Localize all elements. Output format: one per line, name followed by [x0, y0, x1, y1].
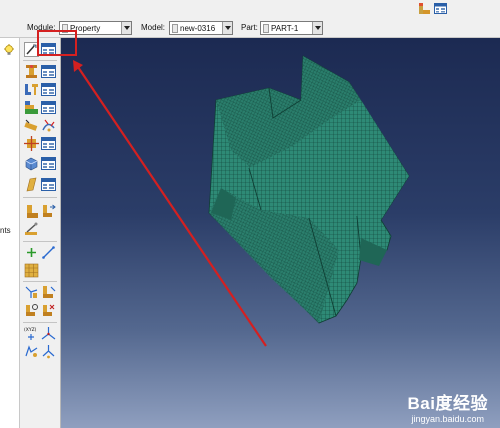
part-dropdown-arrow-icon[interactable] — [312, 22, 322, 34]
annotation-highlight-box — [37, 30, 77, 56]
model-tree-panel: nts — [0, 38, 20, 428]
assign-beam-orientation-icon[interactable] — [24, 118, 39, 133]
assign-section-icon[interactable] — [24, 100, 39, 115]
part-label: Part: — [241, 23, 258, 32]
toolbox-separator — [23, 281, 57, 282]
skin-icon[interactable] — [24, 156, 39, 171]
watermark-logo: Bai度经验 — [407, 394, 488, 413]
model-dropdown-arrow-icon[interactable] — [222, 22, 232, 34]
section-assignment-manager-icon[interactable] — [41, 100, 56, 115]
create-profile-icon[interactable] — [24, 82, 39, 97]
composite-layup-icon[interactable] — [24, 177, 39, 192]
xyz-csys-icon[interactable]: (XYZ) — [24, 326, 39, 341]
toolbox-separator — [23, 197, 57, 198]
viewport-canvas — [73, 55, 410, 347]
layup-manager-icon[interactable] — [41, 177, 56, 192]
tree-item-text: nts — [0, 226, 11, 235]
profile-manager-icon[interactable] — [41, 82, 56, 97]
svg-text:(XYZ): (XYZ) — [24, 327, 37, 333]
create-datum-csys-icon[interactable] — [24, 285, 39, 300]
watermark-url: jingyan.baidu.com — [411, 414, 485, 424]
graphics-viewport[interactable]: Bai度经验 jingyan.baidu.com — [61, 38, 500, 428]
stringer-icon[interactable] — [41, 136, 56, 151]
toolbox-separator — [23, 322, 57, 323]
model-label: Model: — [141, 23, 166, 32]
manager-window-icon[interactable] — [434, 2, 447, 15]
module-dropdown-arrow-icon[interactable] — [121, 22, 131, 34]
property-toolbox: (XYZ) — [20, 38, 61, 428]
engineering-feature-icon[interactable] — [24, 245, 39, 260]
datum-plane-icon[interactable] — [41, 285, 56, 300]
skin-manager-icon[interactable] — [41, 156, 56, 171]
datum-axis-icon[interactable] — [41, 245, 56, 260]
assign-rebar-icon[interactable] — [24, 136, 39, 151]
model-select[interactable]: new-0316 — [169, 21, 233, 35]
rotate-icon[interactable] — [24, 344, 39, 359]
mesh-model[interactable] — [208, 55, 410, 324]
transform-icon[interactable] — [41, 344, 56, 359]
watermark: Bai度经验 jingyan.baidu.com — [408, 389, 488, 424]
part-select[interactable]: PART-1 — [260, 21, 323, 35]
assign-normal-icon[interactable] — [41, 118, 56, 133]
partition-icon[interactable] — [24, 263, 39, 278]
model-value: new-0316 — [180, 24, 216, 33]
assign-orientation-icon[interactable] — [24, 204, 39, 219]
create-section-icon[interactable] — [24, 64, 39, 79]
triad-icon[interactable] — [41, 326, 56, 341]
special-icon[interactable] — [24, 222, 39, 237]
toolbox-separator — [23, 60, 57, 61]
part-instance-icon[interactable] — [418, 2, 431, 15]
orientation-manager-icon[interactable] — [41, 204, 56, 219]
part-value: PART-1 — [271, 24, 299, 33]
toolbox-separator — [23, 241, 57, 242]
section-manager-icon[interactable] — [41, 64, 56, 79]
top-toolbar — [0, 0, 500, 18]
part-spinner-icon[interactable] — [263, 24, 269, 33]
query-icon[interactable] — [24, 303, 39, 318]
model-spinner-icon[interactable] — [172, 24, 178, 33]
view-icon[interactable] — [41, 303, 56, 318]
lightbulb-icon[interactable] — [3, 44, 15, 56]
